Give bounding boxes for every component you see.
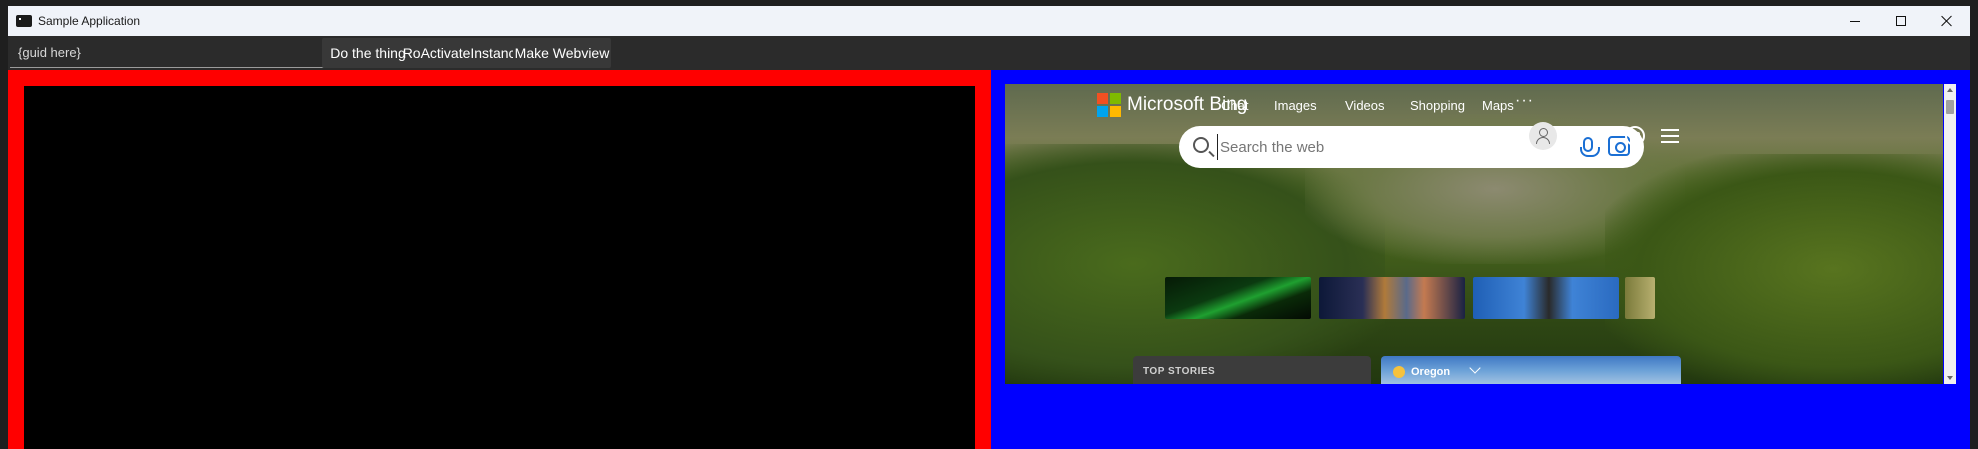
- carousel-thumbnail[interactable]: [1625, 277, 1655, 319]
- carousel-thumbnail[interactable]: [1165, 277, 1311, 319]
- make-webview-button[interactable]: Make Webview: [513, 38, 611, 68]
- app-icon: [16, 15, 32, 27]
- mic-icon[interactable]: [1580, 137, 1600, 157]
- title-bar[interactable]: Sample Application: [8, 6, 1970, 36]
- nav-shopping[interactable]: Shopping: [1410, 98, 1465, 118]
- search-input[interactable]: [1217, 134, 1537, 160]
- nav-more-button[interactable]: ···: [1515, 92, 1534, 110]
- scroll-thumb[interactable]: [1946, 100, 1954, 114]
- window-title: Sample Application: [38, 14, 141, 28]
- nav-images[interactable]: Images: [1274, 98, 1317, 118]
- rewards-icon[interactable]: [1625, 126, 1645, 146]
- maximize-button[interactable]: [1878, 6, 1924, 36]
- close-icon: [1941, 15, 1953, 27]
- minimize-icon: [1850, 20, 1860, 22]
- microsoft-logo-icon: [1097, 93, 1121, 117]
- sun-icon: [1393, 366, 1405, 378]
- background-slope: [1605, 154, 1943, 384]
- webview-scrollbar[interactable]: [1944, 84, 1956, 384]
- search-icon: [1193, 137, 1209, 153]
- render-surface[interactable]: [24, 86, 975, 449]
- app-window: Sample Application Do the thing RoActiva…: [8, 6, 1970, 449]
- weather-location: Oregon: [1411, 366, 1451, 378]
- carousel-thumbnail[interactable]: [1473, 277, 1619, 319]
- menu-icon[interactable]: [1661, 129, 1679, 143]
- scroll-up-icon[interactable]: [1947, 88, 1953, 92]
- search-box[interactable]: [1179, 126, 1644, 168]
- roactivateinstance-button[interactable]: RoActivateInstance: [403, 38, 523, 68]
- top-stories-label: TOP STORIES: [1143, 366, 1216, 377]
- maximize-icon: [1896, 16, 1906, 26]
- window-controls: [1832, 6, 1970, 36]
- right-pane: Microsoft Bing Chat Images Videos Shoppi…: [991, 70, 1970, 449]
- content-area: Microsoft Bing Chat Images Videos Shoppi…: [8, 70, 1970, 449]
- weather-card[interactable]: Oregon: [1381, 356, 1681, 384]
- toolbar: Do the thing RoActivateInstance Make Web…: [8, 36, 1970, 70]
- nav-maps[interactable]: Maps: [1482, 98, 1514, 118]
- do-the-thing-button[interactable]: Do the thing: [322, 38, 414, 68]
- top-stories-card[interactable]: TOP STORIES: [1133, 356, 1371, 384]
- carousel-thumbnail[interactable]: [1319, 277, 1465, 319]
- profile-icon[interactable]: [1529, 122, 1557, 150]
- chevron-down-icon[interactable]: [1469, 362, 1481, 374]
- nav-chat[interactable]: Chat: [1221, 98, 1248, 118]
- webview[interactable]: Microsoft Bing Chat Images Videos Shoppi…: [1005, 84, 1943, 384]
- close-button[interactable]: [1924, 6, 1970, 36]
- nav-videos[interactable]: Videos: [1345, 98, 1385, 118]
- minimize-button[interactable]: [1832, 6, 1878, 36]
- left-pane: [8, 70, 991, 449]
- scroll-down-icon[interactable]: [1947, 376, 1953, 380]
